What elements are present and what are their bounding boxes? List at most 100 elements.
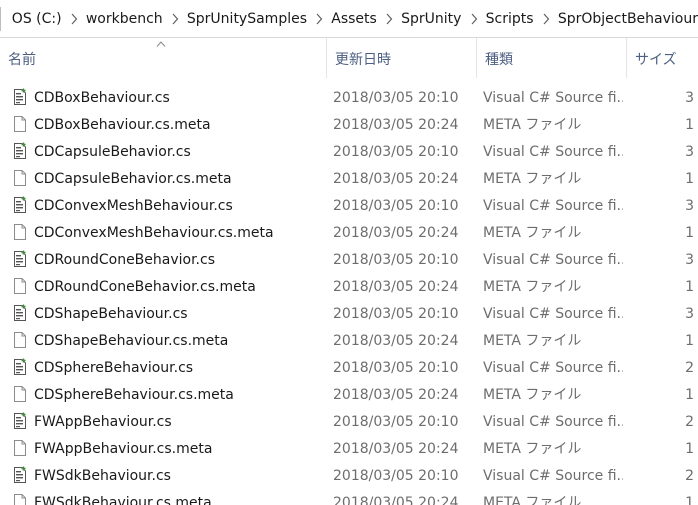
file-modified-date: 2018/03/05 20:24 [333,495,459,505]
file-modified-date: 2018/03/05 20:24 [333,171,459,187]
file-size: 1 [685,279,694,295]
file-type: Visual C# Source fi... [483,144,623,160]
file-row[interactable]: CDBoxBehaviour.cs 2018/03/05 20:10 Visual … [0,85,698,112]
file-row[interactable]: FWSdkBehaviour.cs.meta 2018/03/05 20:24 ME… [0,490,698,505]
file-size: 3 [685,306,694,322]
file-name: CDCapsuleBehavior.cs.meta [34,171,232,187]
csharp-file-icon [12,304,28,322]
file-modified-date: 2018/03/05 20:24 [333,333,459,349]
file-row[interactable]: CDConvexMeshBehaviour.cs 2018/03/05 20:10… [0,193,698,220]
address-bar-edge [0,6,4,31]
blank-file-icon [12,223,28,241]
file-name: FWAppBehaviour.cs.meta [34,441,213,457]
chevron-right-icon[interactable] [534,13,558,25]
file-modified-date: 2018/03/05 20:24 [333,279,459,295]
file-type: META ファイル [483,117,582,133]
column-header-date[interactable]: 更新日時 [326,38,476,78]
file-row[interactable]: CDCapsuleBehavior.cs.meta 2018/03/05 20:2… [0,166,698,193]
file-size: 3 [685,198,694,214]
file-name: FWAppBehaviour.cs [34,414,172,430]
blank-file-icon [12,439,28,457]
blank-file-icon [12,493,28,505]
file-modified-date: 2018/03/05 20:24 [333,441,459,457]
column-header-row: 名前 更新日時 種類 サイズ [0,38,698,78]
file-name: CDConvexMeshBehaviour.cs [34,198,233,214]
blank-file-icon [12,277,28,295]
file-type: Visual C# Source fi... [483,306,623,322]
file-type: Visual C# Source fi... [483,252,623,268]
file-modified-date: 2018/03/05 20:10 [333,252,459,268]
file-size: 1 [685,441,694,457]
csharp-file-icon [12,358,28,376]
breadcrumb-sprunitysamples[interactable]: SprUnitySamples [187,9,307,29]
file-type: Visual C# Source fi... [483,360,623,376]
file-name: FWSdkBehaviour.cs [34,468,171,484]
column-header-size[interactable]: サイズ [626,38,698,78]
file-row[interactable]: CDShapeBehaviour.cs 2018/03/05 20:10 Visua… [0,301,698,328]
file-name: CDRoundConeBehavior.cs [34,252,216,268]
file-type: META ファイル [483,225,582,241]
breadcrumb-os-drive[interactable]: OS (C:) [12,9,62,29]
file-size: 3 [685,144,694,160]
csharp-file-icon [12,142,28,160]
file-list: CDBoxBehaviour.cs 2018/03/05 20:10 Visual … [0,85,698,505]
file-type: Visual C# Source fi... [483,468,623,484]
file-modified-date: 2018/03/05 20:24 [333,225,459,241]
file-size: 1 [685,117,694,133]
csharp-file-icon [12,250,28,268]
file-modified-date: 2018/03/05 20:10 [333,360,459,376]
file-row[interactable]: FWAppBehaviour.cs.meta 2018/03/05 20:24 ME… [0,436,698,463]
csharp-file-icon [12,466,28,484]
file-modified-date: 2018/03/05 20:10 [333,198,459,214]
file-row[interactable]: FWAppBehaviour.cs 2018/03/05 20:10 Visual … [0,409,698,436]
file-size: 1 [685,495,694,505]
file-row[interactable]: CDSphereBehaviour.cs.meta 2018/03/05 20:2… [0,382,698,409]
file-type: Visual C# Source fi... [483,414,623,430]
file-name: CDRoundConeBehavior.cs.meta [34,279,256,295]
breadcrumb-workbench[interactable]: workbench [86,9,163,29]
file-size: 2 [685,468,694,484]
file-row[interactable]: FWSdkBehaviour.cs 2018/03/05 20:10 Visual … [0,463,698,490]
file-row[interactable]: CDShapeBehaviour.cs.meta 2018/03/05 20:24… [0,328,698,355]
chevron-right-icon[interactable] [163,13,187,25]
file-size: 2 [685,414,694,430]
file-type: Visual C# Source fi... [483,198,623,214]
column-header-type[interactable]: 種類 [476,38,626,78]
file-name: FWSdkBehaviour.cs.meta [34,495,212,505]
chevron-right-icon[interactable] [461,13,485,25]
blank-file-icon [12,331,28,349]
file-size: 1 [685,387,694,403]
breadcrumb-scripts[interactable]: Scripts [486,9,534,29]
breadcrumb-sprobjectbehaviour[interactable]: SprObjectBehaviour [558,9,698,29]
file-row[interactable]: CDCapsuleBehavior.cs 2018/03/05 20:10 Visu… [0,139,698,166]
blank-file-icon [12,115,28,133]
breadcrumb-assets[interactable]: Assets [331,9,377,29]
file-name: CDShapeBehaviour.cs [34,306,188,322]
file-modified-date: 2018/03/05 20:10 [333,414,459,430]
chevron-right-icon[interactable] [62,13,86,25]
file-row[interactable]: CDRoundConeBehavior.cs 2018/03/05 20:10 Vi… [0,247,698,274]
blank-file-icon [12,169,28,187]
breadcrumb-sprunity[interactable]: SprUnity [401,9,461,29]
file-row[interactable]: CDBoxBehaviour.cs.meta 2018/03/05 20:24 ME… [0,112,698,139]
column-header-name[interactable]: 名前 [0,38,326,78]
file-type: META ファイル [483,495,582,505]
file-name: CDShapeBehaviour.cs.meta [34,333,229,349]
file-modified-date: 2018/03/05 20:10 [333,306,459,322]
address-bar[interactable]: OS (C:) workbench SprUnitySamples Assets… [0,0,698,38]
file-row[interactable]: CDRoundConeBehavior.cs.meta 2018/03/05 20… [0,274,698,301]
csharp-file-icon [12,196,28,214]
chevron-right-icon[interactable] [307,13,331,25]
file-size: 3 [685,252,694,268]
file-modified-date: 2018/03/05 20:24 [333,387,459,403]
file-size: 2 [685,360,694,376]
file-type: META ファイル [483,171,582,187]
chevron-right-icon[interactable] [377,13,401,25]
file-type: META ファイル [483,441,582,457]
file-type: META ファイル [483,279,582,295]
file-row[interactable]: CDConvexMeshBehaviour.cs.meta 2018/03/05 … [0,220,698,247]
file-type: Visual C# Source fi... [483,90,623,106]
file-size: 1 [685,333,694,349]
file-name: CDBoxBehaviour.cs.meta [34,117,211,133]
file-row[interactable]: CDSphereBehaviour.cs 2018/03/05 20:10 Visu… [0,355,698,382]
